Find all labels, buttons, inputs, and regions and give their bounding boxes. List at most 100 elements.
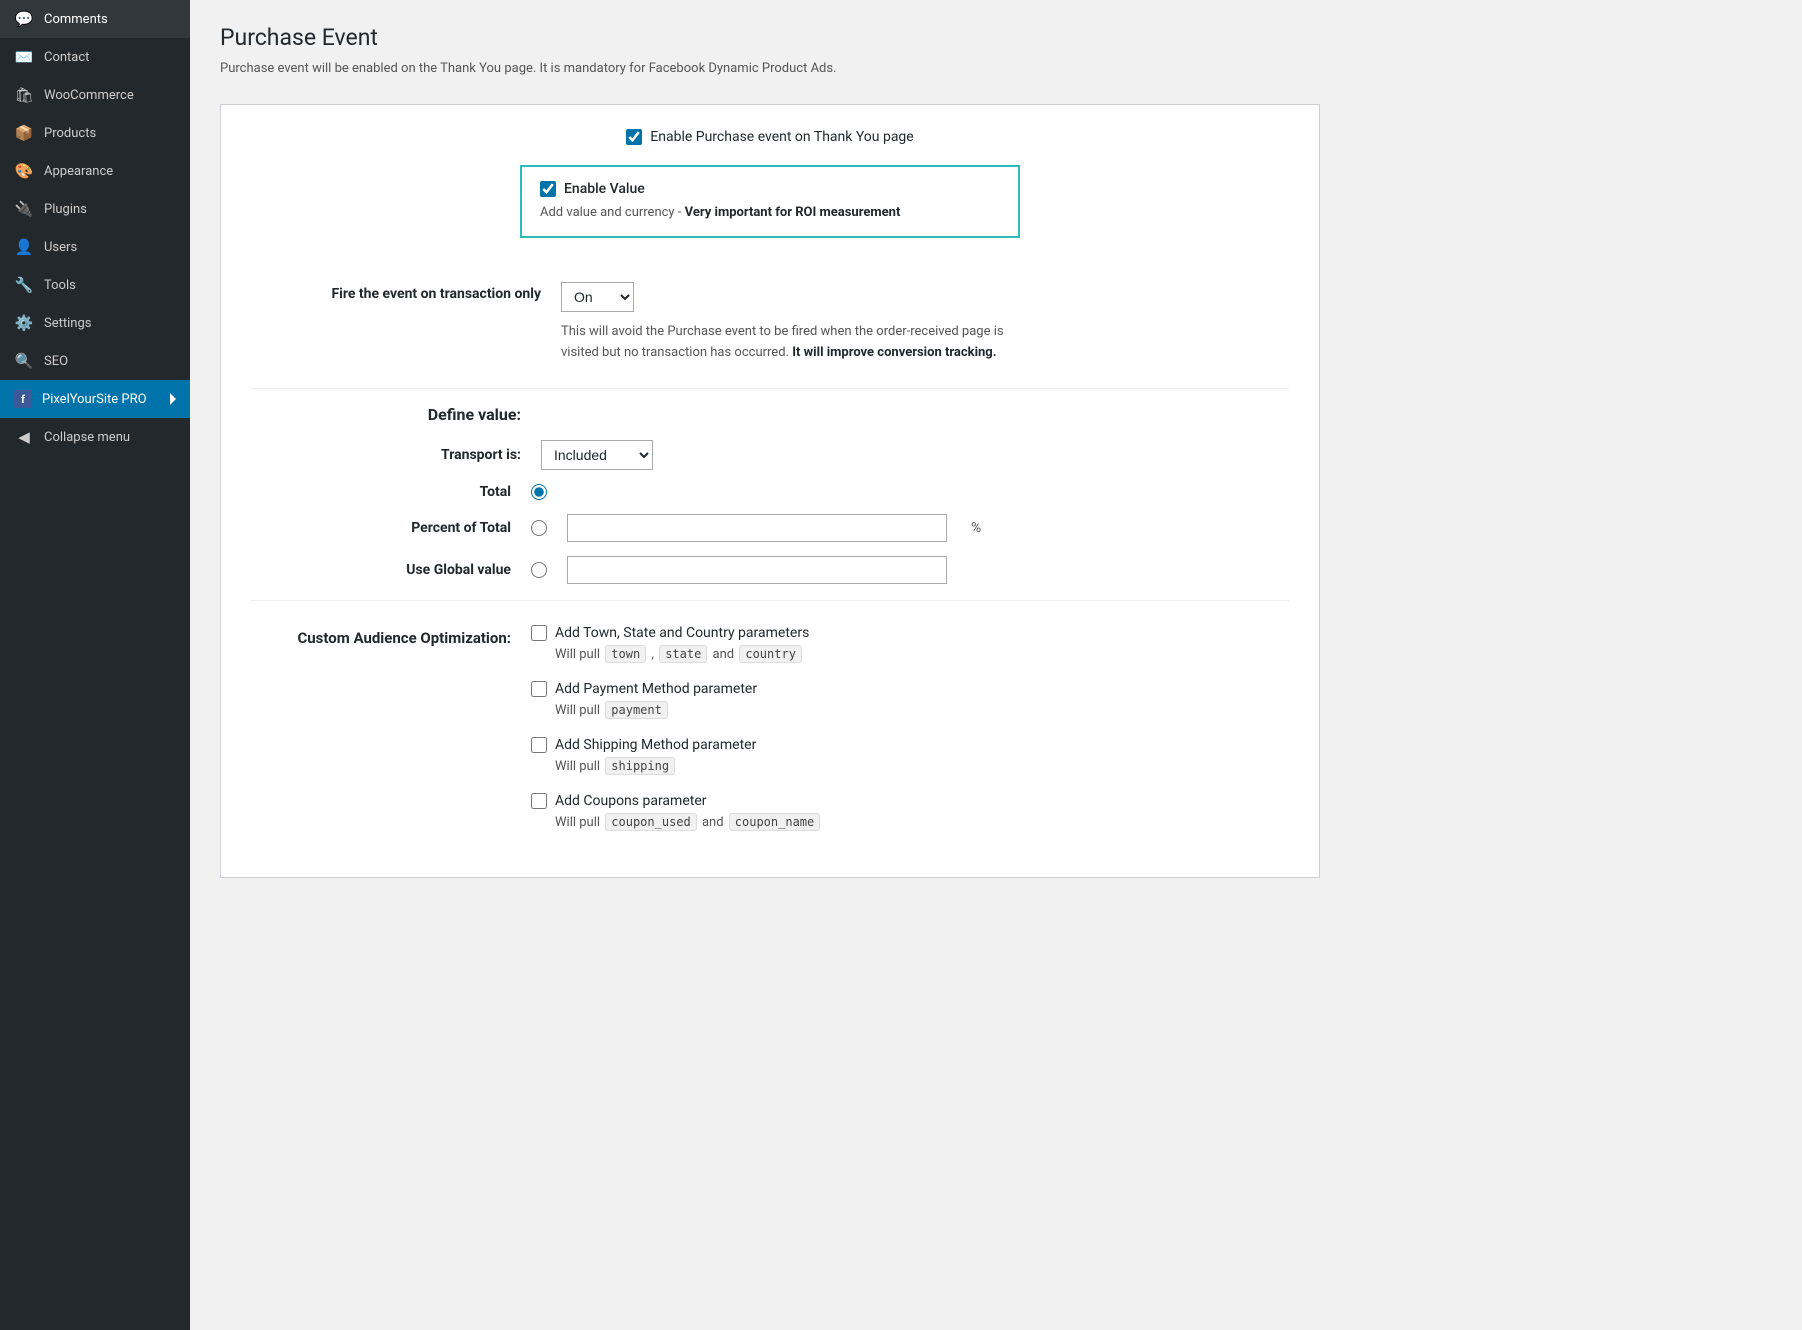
define-value-title: Define value: <box>428 405 521 424</box>
content-card: Enable Purchase event on Thank You page … <box>220 104 1320 878</box>
tag-town: town <box>605 645 646 663</box>
contact-icon: ✉️ <box>14 48 34 66</box>
sidebar-item-appearance[interactable]: 🎨 Appearance <box>0 152 190 190</box>
sidebar-item-settings[interactable]: ⚙️ Settings <box>0 304 190 342</box>
settings-icon: ⚙️ <box>14 314 34 332</box>
sidebar-item-tools[interactable]: 🔧 Tools <box>0 266 190 304</box>
audience-item-shipping-row: Add Shipping Method parameter <box>531 737 1289 753</box>
tools-icon: 🔧 <box>14 276 34 294</box>
audience-items: Add Town, State and Country parameters W… <box>531 625 1289 849</box>
sidebar-item-label: Tools <box>44 278 176 293</box>
enable-value-label[interactable]: Enable Value <box>564 181 645 197</box>
products-icon: 📦 <box>14 124 34 142</box>
global-radio-row: Use Global value <box>251 556 1289 584</box>
define-value-title-row: Define value: <box>251 405 1289 424</box>
enable-value-desc-normal: Add value and currency - <box>540 205 685 220</box>
fire-event-description: This will avoid the Purchase event to be… <box>561 322 1021 364</box>
audience-town-checkbox[interactable] <box>531 625 547 641</box>
audience-payment-label: Add Payment Method parameter <box>555 681 757 697</box>
percent-input[interactable] <box>567 514 947 542</box>
audience-item-payment-row: Add Payment Method parameter <box>531 681 1289 697</box>
fire-event-section: Fire the event on transaction only On Of… <box>251 282 1289 364</box>
collapse-label: Collapse menu <box>44 430 176 445</box>
audience-section-label: Custom Audience Optimization: <box>251 625 511 647</box>
users-icon: 👤 <box>14 238 34 256</box>
audience-item-shipping: Add Shipping Method parameter Will pull … <box>531 737 1289 775</box>
audience-item-coupons-row: Add Coupons parameter <box>531 793 1289 809</box>
audience-coupons-checkbox[interactable] <box>531 793 547 809</box>
audience-coupons-desc: Will pull coupon_used and coupon_name <box>531 813 1289 831</box>
total-radio-row: Total <box>251 484 1289 500</box>
sidebar-item-contact[interactable]: ✉️ Contact <box>0 38 190 76</box>
enable-purchase-checkbox[interactable] <box>626 129 642 145</box>
audience-item-town-row: Add Town, State and Country parameters <box>531 625 1289 641</box>
enable-purchase-label[interactable]: Enable Purchase event on Thank You page <box>650 129 913 145</box>
audience-row: Custom Audience Optimization: Add Town, … <box>251 625 1289 849</box>
percent-radio[interactable] <box>531 520 547 536</box>
global-radio[interactable] <box>531 562 547 578</box>
tag-country: country <box>739 645 802 663</box>
percent-suffix: % <box>971 520 981 536</box>
sidebar-item-plugins[interactable]: 🔌 Plugins <box>0 190 190 228</box>
audience-section: Custom Audience Optimization: Add Town, … <box>251 625 1289 849</box>
define-value-title-cell: Define value: <box>251 405 541 424</box>
enable-purchase-checkbox-row: Enable Purchase event on Thank You page <box>626 129 913 145</box>
sidebar-item-label: SEO <box>44 354 176 369</box>
total-label: Total <box>251 484 511 500</box>
fire-event-desc-bold: It will improve conversion tracking. <box>792 345 996 360</box>
audience-item-town: Add Town, State and Country parameters W… <box>531 625 1289 663</box>
comments-icon: 💬 <box>14 10 34 28</box>
divider-2 <box>251 600 1289 601</box>
pixelyoursite-icon: f <box>14 390 32 408</box>
percent-radio-row: Percent of Total % <box>251 514 1289 542</box>
transport-row: Transport is: Included Excluded <box>251 440 1289 470</box>
enable-purchase-area: Enable Purchase event on Thank You page <box>251 129 1289 145</box>
fire-event-select[interactable]: On Off <box>561 282 634 312</box>
sidebar-item-label: PixelYourSite PRO <box>42 392 160 407</box>
audience-shipping-checkbox[interactable] <box>531 737 547 753</box>
sidebar-item-label: Plugins <box>44 202 176 217</box>
plugins-icon: 🔌 <box>14 200 34 218</box>
enable-value-checkbox[interactable] <box>540 181 556 197</box>
sidebar-item-label: Comments <box>44 12 176 27</box>
audience-town-label: Add Town, State and Country parameters <box>555 625 809 641</box>
sidebar-item-comments[interactable]: 💬 Comments <box>0 0 190 38</box>
sidebar-item-label: Appearance <box>44 164 176 179</box>
tag-state: state <box>659 645 707 663</box>
percent-label: Percent of Total <box>251 520 511 536</box>
tag-payment: payment <box>605 701 668 719</box>
fire-event-label: Fire the event on transaction only <box>281 282 541 302</box>
total-radio[interactable] <box>531 484 547 500</box>
main-content: Purchase Event Purchase event will be en… <box>190 0 1802 1330</box>
audience-payment-checkbox[interactable] <box>531 681 547 697</box>
audience-shipping-desc: Will pull shipping <box>531 757 1289 775</box>
audience-coupons-label: Add Coupons parameter <box>555 793 707 809</box>
divider <box>251 388 1289 389</box>
enable-value-checkbox-row: Enable Value <box>540 181 1000 197</box>
tag-coupon-used: coupon_used <box>605 813 696 831</box>
sidebar-item-label: Contact <box>44 50 176 65</box>
tag-shipping: shipping <box>605 757 675 775</box>
sidebar-item-pixelyoursite[interactable]: f PixelYourSite PRO <box>0 380 190 418</box>
page-title: Purchase Event <box>220 24 1772 51</box>
page-description: Purchase event will be enabled on the Th… <box>220 59 1772 80</box>
audience-shipping-label: Add Shipping Method parameter <box>555 737 756 753</box>
sidebar-item-label: WooCommerce <box>44 88 176 103</box>
sidebar-item-seo[interactable]: 🔍 SEO <box>0 342 190 380</box>
audience-item-coupons: Add Coupons parameter Will pull coupon_u… <box>531 793 1289 831</box>
enable-value-area: Enable Value Add value and currency - Ve… <box>251 165 1289 259</box>
transport-select[interactable]: Included Excluded <box>541 440 653 470</box>
global-input[interactable] <box>567 556 947 584</box>
sidebar-item-woocommerce[interactable]: 🛍 WooCommerce <box>0 76 190 114</box>
global-label: Use Global value <box>251 562 511 578</box>
sidebar-item-label: Products <box>44 126 176 141</box>
sidebar-item-collapse[interactable]: ◀ Collapse menu <box>0 418 190 456</box>
sidebar-item-products[interactable]: 📦 Products <box>0 114 190 152</box>
collapse-icon: ◀ <box>14 428 34 446</box>
sidebar-item-label: Settings <box>44 316 176 331</box>
sidebar-item-label: Users <box>44 240 176 255</box>
sidebar-item-users[interactable]: 👤 Users <box>0 228 190 266</box>
appearance-icon: 🎨 <box>14 162 34 180</box>
enable-value-desc-bold: Very important for ROI measurement <box>685 205 901 220</box>
transport-label: Transport is: <box>251 447 521 463</box>
